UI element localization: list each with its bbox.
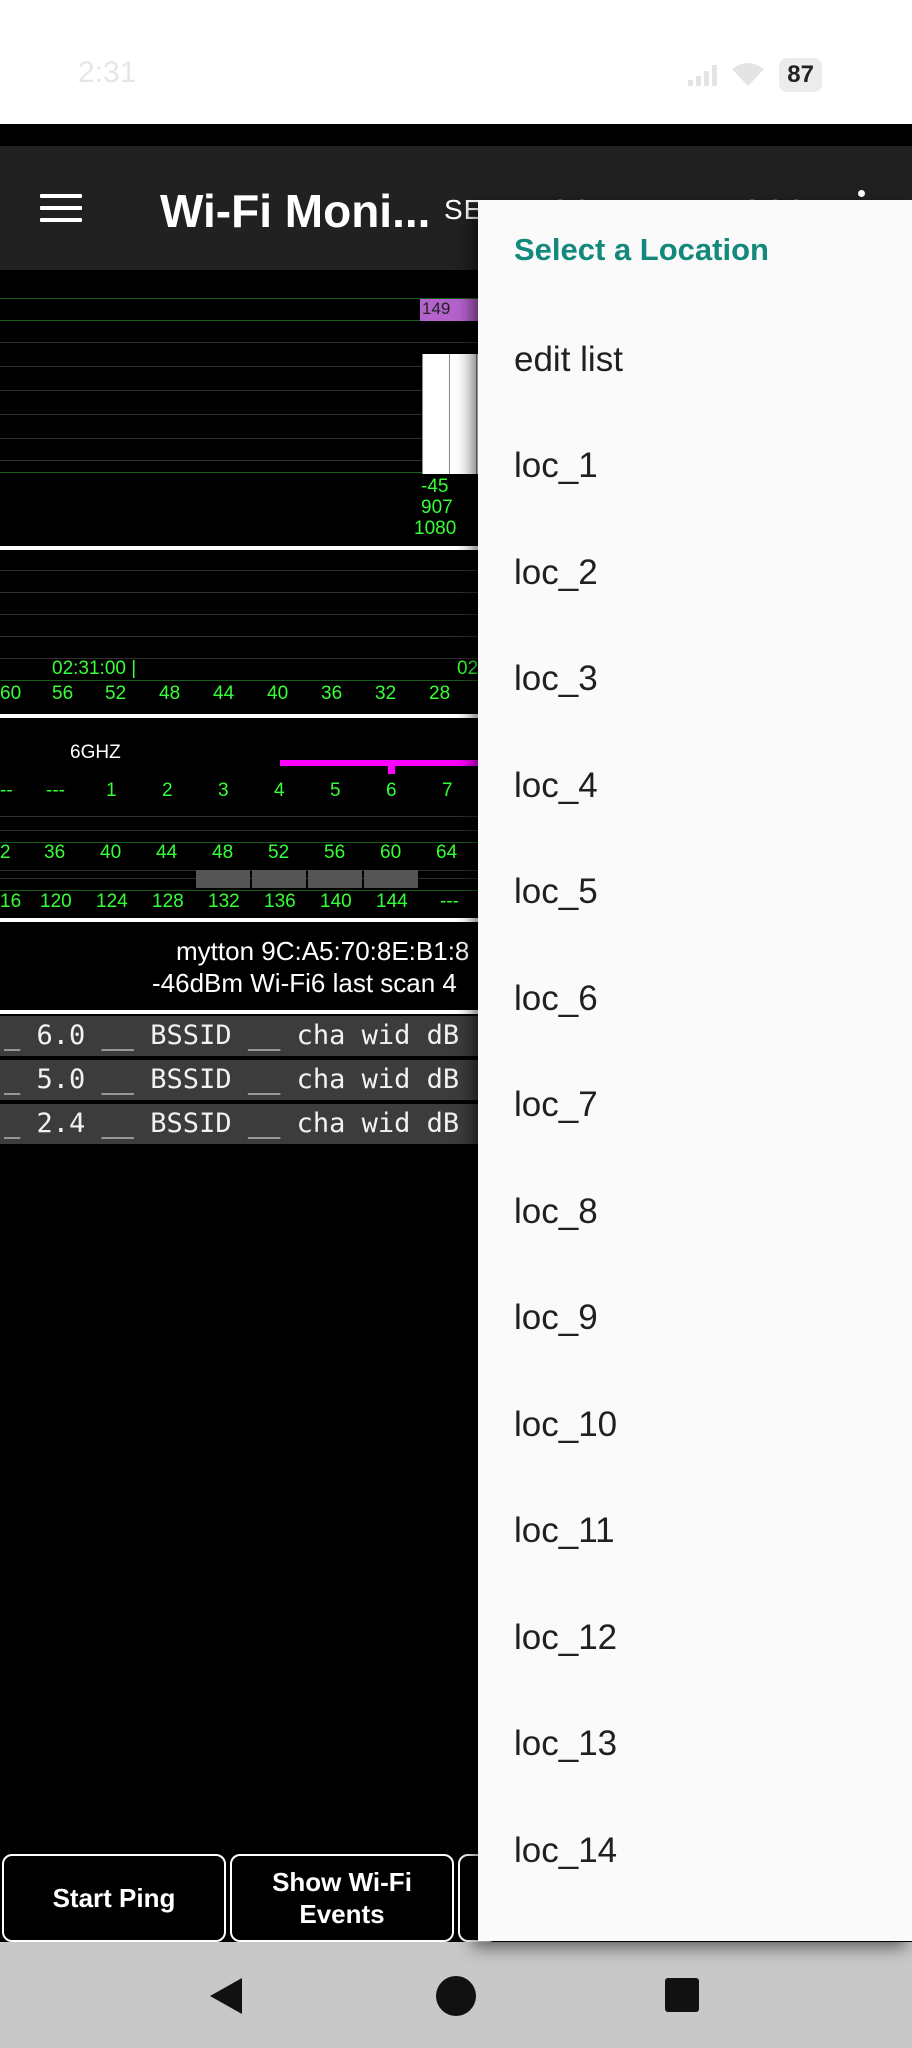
band-label: 6GHZ xyxy=(70,742,121,763)
channel-tick: 44 xyxy=(156,842,178,863)
channel-tick: 140 xyxy=(320,891,352,912)
channel-tick: 7 xyxy=(442,780,453,801)
menu-header: Select a Location xyxy=(514,232,769,267)
menu-item-loc-7[interactable]: loc_7 xyxy=(478,1052,912,1158)
rate-value: 1080 xyxy=(414,518,457,539)
channel-tick: -- xyxy=(0,780,13,801)
menu-item-loc-4[interactable]: loc_4 xyxy=(478,733,912,839)
x-tick: 28 xyxy=(429,683,451,704)
rate-value: 907 xyxy=(421,497,453,518)
menu-item-loc-11[interactable]: loc_11 xyxy=(478,1478,912,1584)
channel-tick: 5 xyxy=(330,780,341,801)
channel-tick: 6 xyxy=(386,780,397,801)
menu-item-edit-list[interactable]: edit list xyxy=(478,307,912,413)
channel-block xyxy=(308,870,362,888)
channel-tick: 52 xyxy=(268,842,290,863)
menu-item-loc-9[interactable]: loc_9 xyxy=(478,1265,912,1371)
connection-status-line: -46dBm Wi-Fi6 last scan 4 xyxy=(152,968,457,998)
menu-item-loc-3[interactable]: loc_3 xyxy=(478,626,912,732)
channel-tick: 4 xyxy=(274,780,285,801)
signal-bar xyxy=(422,354,449,474)
channel-tick: 136 xyxy=(264,891,296,912)
status-time: 2:31 xyxy=(78,56,137,89)
channel-marker xyxy=(388,764,395,774)
hamburger-icon[interactable] xyxy=(40,194,82,224)
start-ping-button[interactable]: Start Ping xyxy=(2,1854,226,1942)
status-icons: 87 xyxy=(688,58,822,92)
x-tick: 44 xyxy=(213,683,235,704)
channel-tick: 120 xyxy=(40,891,72,912)
channel-tick: 36 xyxy=(44,842,66,863)
menu-item-loc-6[interactable]: loc_6 xyxy=(478,946,912,1052)
channel-block xyxy=(196,870,250,888)
channel-tick: 16 xyxy=(0,891,22,912)
connection-ssid-line: mytton 9C:A5:70:8E:B1:8 xyxy=(176,936,470,966)
x-tick: 56 xyxy=(52,683,74,704)
top-strip xyxy=(0,124,912,146)
navigation-bar xyxy=(0,1942,912,2048)
show-wifi-events-button[interactable]: Show Wi-Fi Events xyxy=(230,1854,454,1942)
menu-item-loc-13[interactable]: loc_13 xyxy=(478,1691,912,1797)
channel-tick: 2 xyxy=(0,842,11,863)
app-title: Wi-Fi Moni... xyxy=(160,185,431,237)
channel-tick: 3 xyxy=(218,780,229,801)
x-tick: 32 xyxy=(375,683,397,704)
recents-icon[interactable] xyxy=(665,1978,699,2012)
channel-tick: 128 xyxy=(152,891,184,912)
x-tick: 60 xyxy=(0,683,22,704)
channel-tick: 40 xyxy=(100,842,122,863)
battery-icon: 87 xyxy=(779,58,822,92)
menu-item-loc-2[interactable]: loc_2 xyxy=(478,520,912,626)
channel-tick: 132 xyxy=(208,891,240,912)
x-tick: 52 xyxy=(105,683,127,704)
channel-tick: 144 xyxy=(376,891,408,912)
status-bar: 2:31 87 xyxy=(0,0,912,124)
history-time-label-2: 02 xyxy=(457,658,479,679)
channel-tick: 2 xyxy=(162,780,173,801)
channel-tick: --- xyxy=(440,891,459,912)
channel-tick: 124 xyxy=(96,891,128,912)
channel-tick: 60 xyxy=(380,842,402,863)
x-tick: 36 xyxy=(321,683,343,704)
menu-item-loc-10[interactable]: loc_10 xyxy=(478,1372,912,1478)
menu-item-loc-8[interactable]: loc_8 xyxy=(478,1159,912,1265)
history-time-label: 02:31:00 | xyxy=(52,658,137,679)
channel-tick: --- xyxy=(46,780,65,801)
rssi-value: -45 xyxy=(421,476,449,497)
channel-block xyxy=(364,870,418,888)
menu-item-loc-12[interactable]: loc_12 xyxy=(478,1585,912,1691)
channel-block xyxy=(252,870,306,888)
menu-item-loc-5[interactable]: loc_5 xyxy=(478,839,912,945)
channel-tick: 1 xyxy=(106,780,117,801)
x-tick: 48 xyxy=(159,683,181,704)
back-icon[interactable] xyxy=(210,1978,242,2014)
wifi-icon xyxy=(732,63,765,86)
signal-icon xyxy=(688,64,718,86)
menu-item-loc-14[interactable]: loc_14 xyxy=(478,1798,912,1904)
channel-tick: 48 xyxy=(212,842,234,863)
channel-tag: 149 xyxy=(420,299,480,321)
x-tick: 40 xyxy=(267,683,289,704)
menu-item-loc-1[interactable]: loc_1 xyxy=(478,413,912,519)
channel-tick: 64 xyxy=(436,842,458,863)
location-menu: Select a Location edit list loc_1 loc_2 … xyxy=(478,200,912,1941)
channel-tick: 56 xyxy=(324,842,346,863)
home-icon[interactable] xyxy=(436,1976,476,2016)
signal-bar xyxy=(449,354,476,474)
